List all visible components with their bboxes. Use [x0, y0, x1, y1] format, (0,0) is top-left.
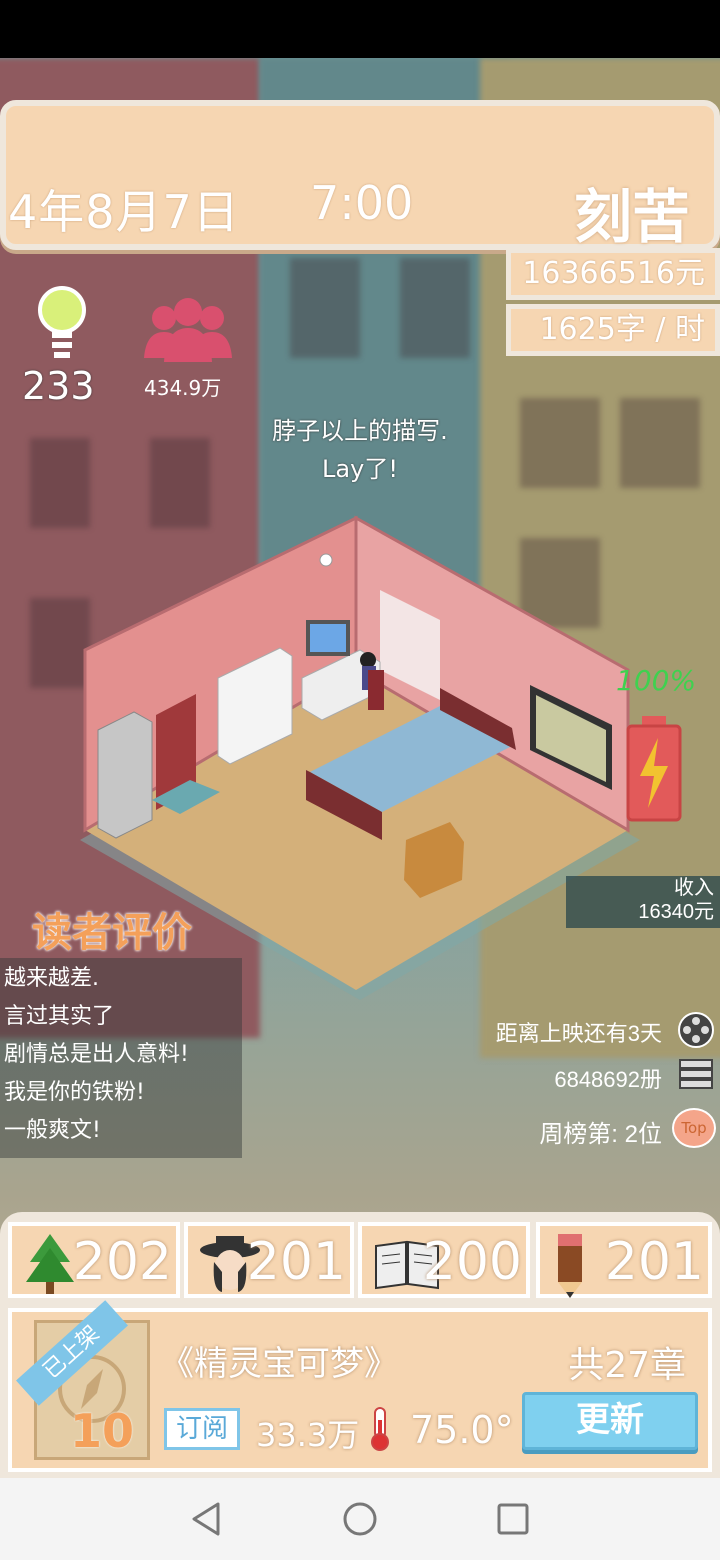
- review-item: 越来越差.: [4, 966, 99, 991]
- income-label: 收入: [674, 877, 714, 899]
- attribute-worldview[interactable]: 202: [8, 1222, 180, 1298]
- reviews-list: 越来越差. 言过其实了 剧情总是出人意料! 我是你的铁粉! 一般爽文!: [0, 958, 242, 1158]
- window: [400, 258, 470, 358]
- income-display: 收入 16340元: [566, 876, 720, 928]
- game-time: 7:00: [310, 176, 414, 230]
- ideas-count: 233: [22, 364, 95, 408]
- lightbulb-icon[interactable]: [36, 286, 88, 366]
- review-item: 剧情总是出人意料!: [4, 1042, 189, 1067]
- air-conditioner-icon: [97, 711, 153, 839]
- battery-icon[interactable]: [626, 716, 682, 822]
- film-reel-icon[interactable]: [678, 1012, 714, 1048]
- book-level: 10: [70, 1404, 135, 1458]
- game-date: 4年8月7日: [8, 185, 240, 239]
- review-item: 言过其实了: [4, 1004, 115, 1029]
- thermometer-icon: [371, 1407, 389, 1451]
- subscribe-button[interactable]: 订阅: [164, 1408, 240, 1450]
- money-display: 16366516元: [506, 248, 720, 300]
- author-mood: 刻苦: [573, 183, 690, 251]
- copies-sold: 6848692册: [554, 1067, 662, 1092]
- top-rank-icon[interactable]: Top: [672, 1108, 716, 1148]
- speech-line: 脖子以上的描写.: [272, 417, 448, 445]
- attribute-value: 202: [72, 1232, 172, 1292]
- recents-icon[interactable]: [492, 1498, 534, 1540]
- home-icon[interactable]: [339, 1498, 381, 1540]
- fans-count: 434.9万: [144, 376, 222, 400]
- book-stack-icon[interactable]: [678, 1058, 714, 1090]
- writer-character: [360, 652, 376, 668]
- attribute-writing[interactable]: 201: [536, 1222, 712, 1298]
- back-icon[interactable]: [186, 1498, 228, 1540]
- book-title: 《精灵宝可梦》: [160, 1344, 398, 1384]
- window: [520, 398, 600, 488]
- attribute-value: 201: [246, 1232, 346, 1292]
- weekly-rank: 周榜第: 2位: [539, 1121, 662, 1148]
- attribute-value: 200: [422, 1232, 522, 1292]
- review-item: 我是你的铁粉!: [4, 1080, 145, 1105]
- book-heat: 75.0°: [410, 1408, 514, 1452]
- top-label: Top: [681, 1119, 707, 1137]
- premiere-countdown: 距离上映还有3天: [495, 1021, 662, 1046]
- chair-icon: [368, 670, 384, 710]
- window: [620, 398, 700, 488]
- speech-line: Lay了!: [322, 455, 398, 483]
- subscriber-count: 33.3万: [256, 1416, 360, 1454]
- battery-percent: 100%: [616, 664, 697, 697]
- status-bar: [0, 0, 720, 58]
- income-value: 16340元: [638, 901, 714, 923]
- chapter-count: 共27章: [568, 1345, 686, 1386]
- pencil-icon: [558, 1234, 582, 1298]
- writing-speed: 1625字 / 时: [506, 304, 720, 356]
- window: [290, 258, 360, 358]
- speech-text: 脖子以上的描写. Lay了!: [250, 412, 470, 488]
- fans-icon[interactable]: [142, 296, 234, 364]
- clock-icon: [319, 553, 333, 567]
- attribute-value: 201: [604, 1232, 704, 1292]
- update-button[interactable]: 更新: [522, 1392, 698, 1450]
- navigation-bar: [0, 1478, 720, 1560]
- reviews-title: 读者评价: [32, 910, 192, 956]
- review-item: 一般爽文!: [4, 1118, 101, 1143]
- tree-icon: [26, 1234, 74, 1294]
- attribute-character[interactable]: 201: [184, 1222, 354, 1298]
- attribute-plot[interactable]: 200: [358, 1222, 530, 1298]
